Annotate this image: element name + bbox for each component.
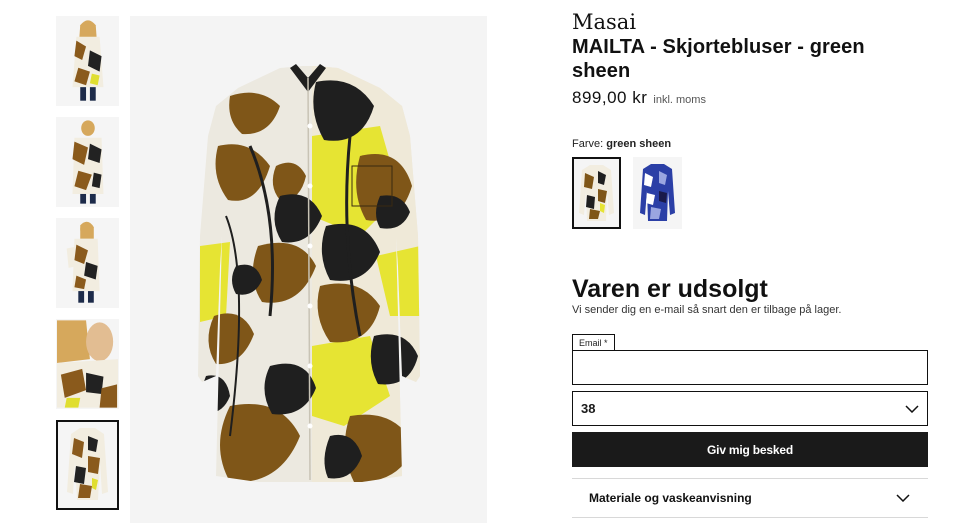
product-flat-image [58, 422, 117, 508]
email-field-group: Email * [572, 333, 928, 385]
thumbnail-gallery [56, 16, 119, 521]
model-detail-image [57, 320, 118, 408]
swatch-green-sheen[interactable] [572, 157, 621, 229]
thumbnail-model-front[interactable] [56, 16, 119, 106]
chevron-down-icon [905, 404, 919, 413]
color-selected-name: green sheen [606, 138, 672, 150]
size-selected-value: 38 [581, 401, 596, 416]
main-product-image[interactable] [130, 16, 487, 523]
color-swatches [572, 157, 928, 229]
soldout-subtext: Vi sender dig en e-mail så snart den er … [572, 304, 842, 316]
soldout-heading: Varen er udsolgt [572, 275, 768, 303]
email-field[interactable] [572, 350, 928, 385]
notify-me-button[interactable]: Giv mig besked [572, 432, 928, 467]
swatch-blue-image [633, 157, 682, 229]
product-title: MAILTA - Skjortebluser - green sheen [572, 36, 865, 82]
model-front-image [57, 17, 118, 105]
size-select[interactable]: 38 [572, 391, 928, 426]
vat-note: inkl. moms [653, 94, 706, 106]
model-back-image [57, 118, 118, 206]
color-label: Farve: green sheen [572, 138, 928, 150]
color-label-prefix: Farve: [572, 138, 604, 150]
price-row: 899,00 kr inkl. moms [572, 88, 928, 108]
shirt-illustration [130, 16, 487, 523]
product-info-panel: Masai MAILTA - Skjortebluser - green she… [572, 10, 928, 467]
thumbnail-model-back[interactable] [56, 117, 119, 207]
model-side-image [57, 219, 118, 307]
thumbnail-product-flat[interactable] [56, 420, 119, 510]
chevron-down-icon [896, 494, 910, 502]
thumbnail-model-side[interactable] [56, 218, 119, 308]
accordion-material-label: Materiale og vaskeanvisning [589, 491, 752, 505]
price: 899,00 kr [572, 88, 648, 107]
swatch-blue[interactable] [633, 157, 682, 229]
swatch-green-sheen-image [574, 159, 619, 227]
email-label: Email * [572, 334, 615, 350]
brand-name[interactable]: Masai [572, 10, 928, 34]
accordion-material-care[interactable]: Materiale og vaskeanvisning [572, 478, 928, 518]
thumbnail-model-detail[interactable] [56, 319, 119, 409]
